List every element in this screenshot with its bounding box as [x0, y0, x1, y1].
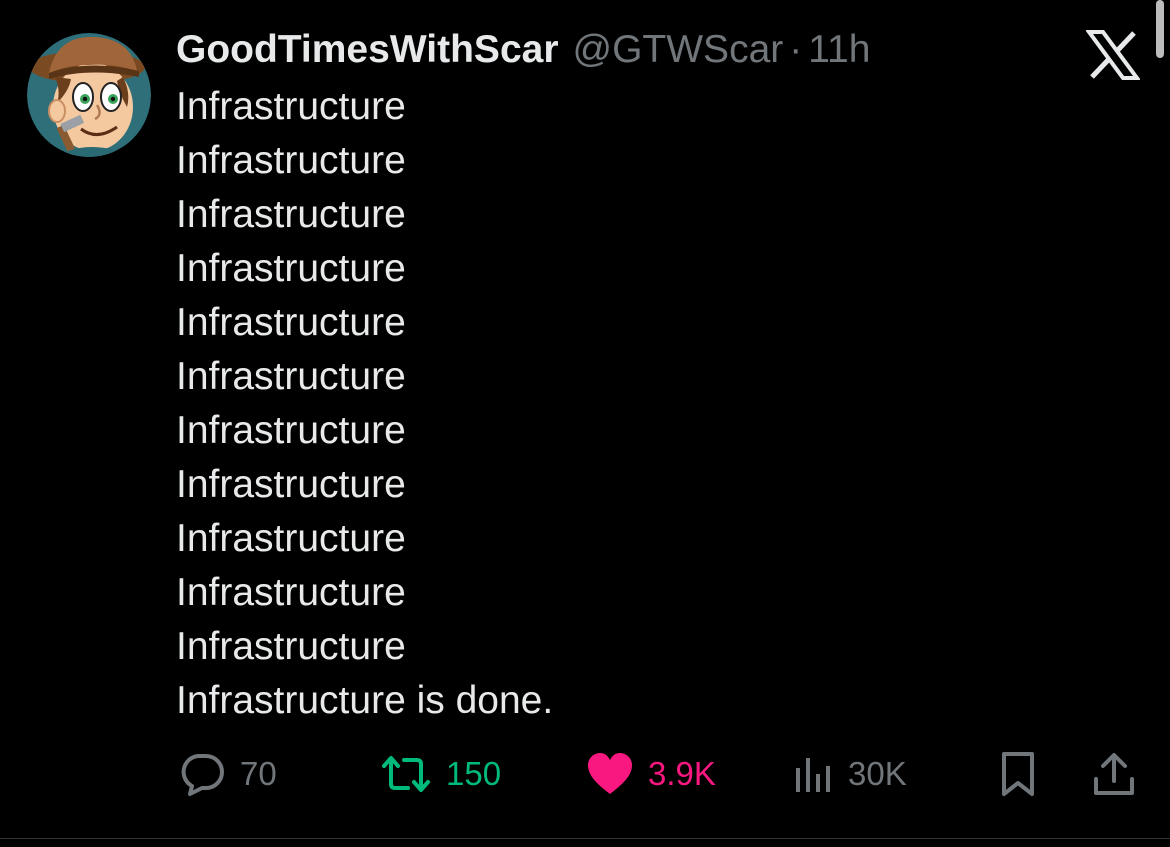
- like-count: 3.9K: [648, 755, 716, 792]
- tweet-text-line: Infrastructure is done.: [176, 679, 554, 722]
- tweet-timestamp[interactable]: 11h: [808, 24, 870, 76]
- tweet-text-line: Infrastructure: [176, 571, 406, 614]
- tweet-text-line: Infrastructure: [176, 355, 406, 398]
- reply-icon: [181, 754, 224, 796]
- tweet-header: GoodTimesWithScar @GTWScar · 11h: [176, 24, 870, 76]
- author-display-name[interactable]: GoodTimesWithScar: [176, 24, 559, 76]
- header-separator: ·: [789, 28, 803, 71]
- share-icon: [1094, 753, 1134, 795]
- tweet-text-line: Infrastructure: [176, 463, 406, 506]
- views-button[interactable]: 30K: [792, 748, 907, 800]
- author-handle[interactable]: @GTWScar: [573, 24, 784, 76]
- reply-button[interactable]: 70: [178, 748, 277, 800]
- tweet-card: GoodTimesWithScar @GTWScar · 11h Infrast…: [0, 0, 1170, 847]
- scrollbar[interactable]: [1156, 0, 1164, 58]
- cartoon-avatar-icon: [27, 33, 151, 157]
- divider: [0, 838, 1170, 839]
- tweet-text-line: Infrastructure: [176, 301, 406, 344]
- views-icon: [796, 758, 830, 792]
- tweet-text-line: Infrastructure: [176, 409, 406, 452]
- retweet-button[interactable]: 150: [380, 748, 501, 800]
- tweet-text-line: Infrastructure: [176, 625, 406, 668]
- tweet-text-line: Infrastructure: [176, 85, 406, 128]
- tweet-text-line: Infrastructure: [176, 247, 406, 290]
- tweet-actions-bar: 70 150 3.9K 30K: [0, 748, 1170, 800]
- tweet-text-line: Infrastructure: [176, 517, 406, 560]
- avatar[interactable]: [27, 33, 151, 157]
- bookmark-icon: [1002, 752, 1034, 796]
- tweet-text-line: Infrastructure: [176, 139, 406, 182]
- heart-icon: [588, 753, 632, 794]
- tweet-text-line: Infrastructure: [176, 193, 406, 236]
- like-button[interactable]: 3.9K: [586, 748, 716, 800]
- x-logo-icon[interactable]: [1085, 30, 1141, 80]
- tweet-text: Infrastructure Infrastructure Infrastruc…: [176, 80, 553, 728]
- views-count: 30K: [848, 755, 907, 792]
- retweet-icon: [382, 756, 430, 792]
- bookmark-button[interactable]: [998, 748, 1038, 800]
- share-button[interactable]: [1092, 748, 1136, 800]
- reply-count: 70: [240, 755, 277, 792]
- retweet-count: 150: [446, 755, 502, 792]
